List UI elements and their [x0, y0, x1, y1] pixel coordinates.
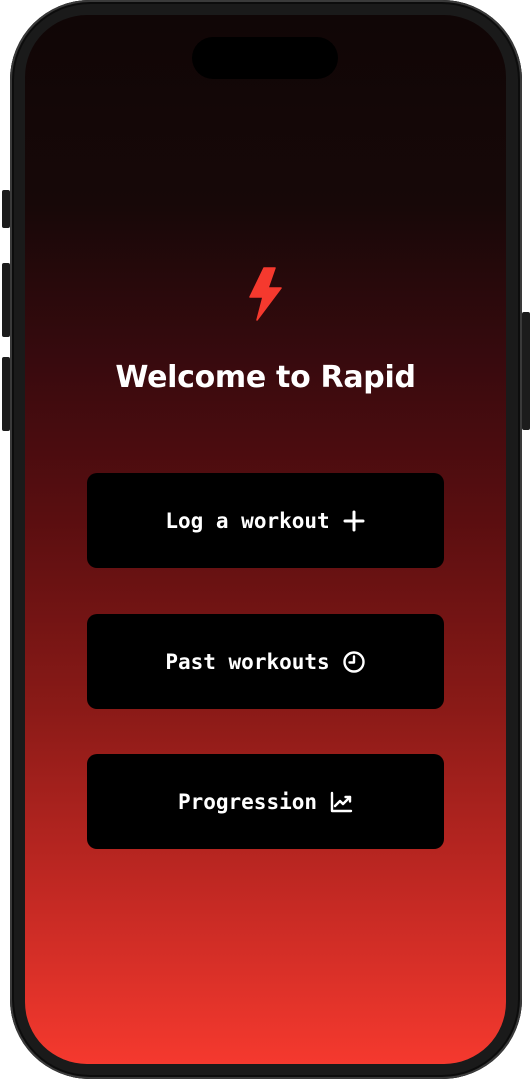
volume-up-button	[2, 263, 10, 337]
past-workouts-button[interactable]: Past workouts	[87, 614, 444, 709]
action-button	[2, 190, 10, 228]
dynamic-island	[192, 37, 338, 79]
clock-icon	[342, 650, 365, 673]
chart-icon	[330, 791, 353, 812]
volume-down-button	[2, 357, 10, 431]
progression-label: Progression	[177, 789, 318, 814]
progression-button[interactable]: Progression	[87, 754, 444, 849]
plus-icon	[343, 510, 365, 531]
log-workout-label: Log a workout	[165, 508, 330, 533]
page-title: Welcome to Rapid	[115, 360, 416, 395]
log-workout-button[interactable]: Log a workout	[87, 473, 444, 568]
lightning-bolt-icon	[249, 267, 282, 321]
app-screen: Welcome to Rapid Log a workout Past work…	[25, 15, 506, 1064]
past-workouts-label: Past workouts	[165, 649, 330, 674]
power-button	[522, 312, 530, 430]
